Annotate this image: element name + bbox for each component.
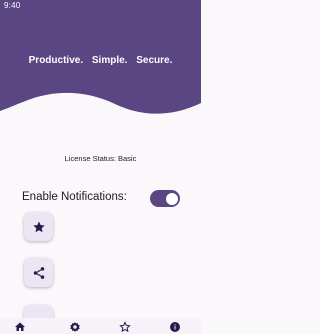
header-banner: 9:40 Productive. Simple. Secure.	[0, 0, 201, 120]
share-icon	[33, 266, 44, 279]
settings-icon	[70, 322, 80, 332]
tagline: Productive. Simple. Secure.	[28, 55, 173, 66]
license-status: License Status: Basic	[64, 154, 137, 163]
home-icon	[15, 322, 25, 331]
bottom-navigation	[0, 318, 201, 334]
screen: 9:40 Productive. Simple. Secure. License…	[0, 0, 201, 334]
nav-favorites[interactable]	[119, 321, 131, 333]
nav-info[interactable]	[169, 321, 181, 333]
share-button[interactable]	[24, 258, 53, 287]
notifications-toggle[interactable]	[150, 190, 180, 207]
star-button[interactable]	[24, 212, 53, 241]
notifications-label: Enable Notifications:	[22, 191, 127, 203]
nav-home[interactable]	[14, 321, 26, 333]
notifications-row: Enable Notifications:	[22, 190, 180, 208]
toggle-knob	[165, 192, 178, 205]
nav-settings[interactable]	[69, 321, 81, 333]
star-outline-icon	[119, 321, 131, 333]
info-icon	[170, 322, 180, 332]
status-bar-time: 9:40	[4, 1, 21, 10]
star-icon	[32, 220, 45, 232]
